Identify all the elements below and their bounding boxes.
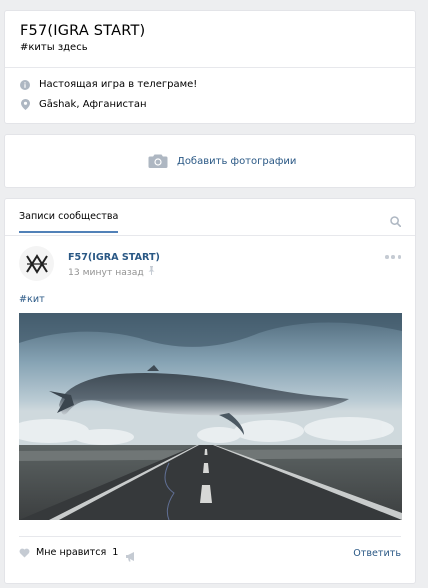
community-status: #киты здесь (20, 42, 88, 53)
post-image-whale[interactable] (19, 313, 402, 520)
photos-card: Добавить фотографии (4, 134, 416, 188)
add-photos-label: Добавить фотографии (177, 155, 297, 167)
divider (19, 536, 401, 537)
more-icon[interactable] (385, 255, 401, 259)
post-time[interactable]: 13 минут назад (68, 267, 144, 278)
page-title: F57(IGRA START) (20, 23, 146, 39)
location-row: Gāshak, Афганистан (20, 99, 147, 110)
camera-icon (148, 154, 168, 168)
info-icon (20, 79, 30, 90)
pin-icon (148, 266, 155, 278)
heart-icon (19, 548, 30, 557)
post-time-row: 13 минут назад (68, 266, 155, 278)
post-author[interactable]: F57(IGRA START) (68, 252, 160, 263)
reply-button[interactable]: Ответить (353, 548, 401, 559)
like-count: 1 (112, 547, 119, 558)
divider (5, 67, 415, 68)
share-button[interactable] (125, 547, 137, 566)
group-logo-icon (25, 253, 48, 274)
wall-card: Записи сообщества F57(IGRA START) 13 мин… (4, 198, 416, 584)
search-icon[interactable] (390, 212, 402, 231)
like-label: Мне нравится (36, 547, 107, 558)
avatar[interactable] (19, 246, 54, 281)
community-location[interactable]: Gāshak, Афганистан (39, 99, 147, 110)
wall-tabs: Записи сообщества (5, 199, 415, 235)
location-pin-icon (20, 99, 30, 110)
community-description: Настоящая игра в телеграме! (39, 79, 198, 90)
tab-community-posts[interactable]: Записи сообщества (19, 211, 119, 233)
like-button[interactable]: Мне нравится 1 (19, 547, 118, 558)
divider (5, 235, 415, 236)
community-header-card: F57(IGRA START) #киты здесь Настоящая иг… (4, 10, 416, 124)
megaphone-icon (126, 552, 134, 562)
add-photos-button[interactable]: Добавить фотографии (148, 153, 296, 169)
post-hashtag[interactable]: #кит (19, 294, 45, 305)
description-row: Настоящая игра в телеграме! (20, 79, 197, 90)
